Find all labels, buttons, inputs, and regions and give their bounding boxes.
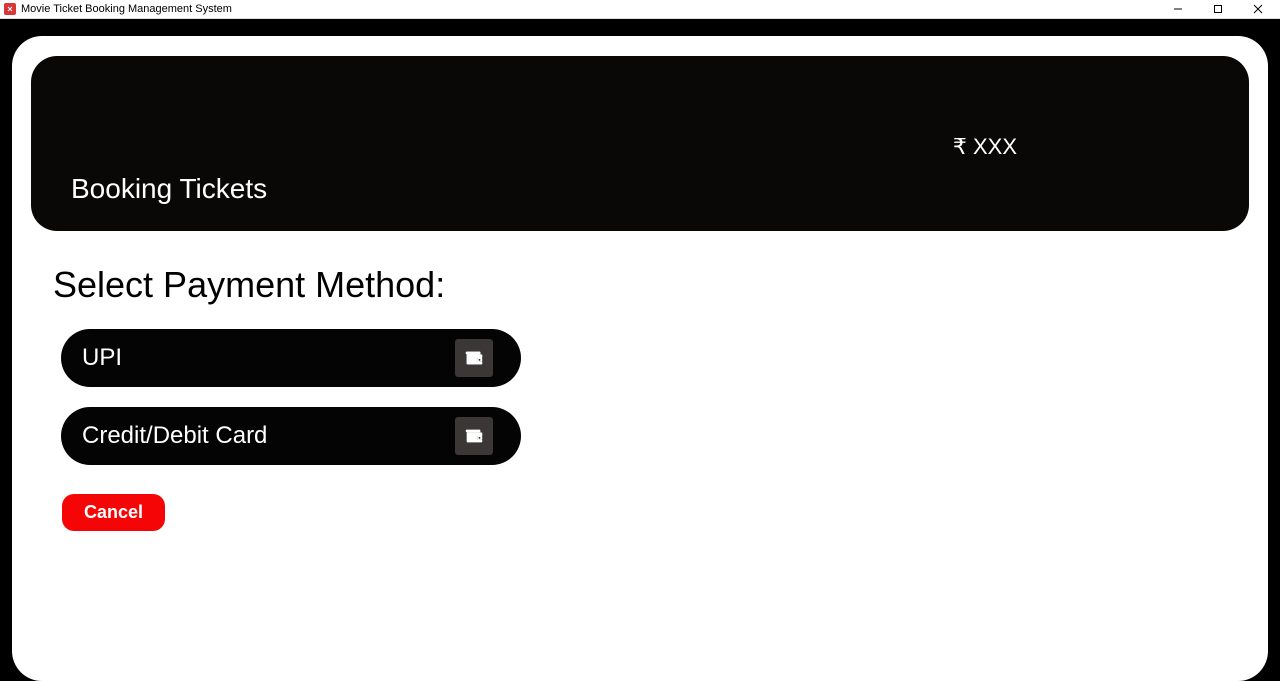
app-background: ₹ XXX Booking Tickets Select Payment Met… — [0, 19, 1280, 681]
page-title: Booking Tickets — [71, 173, 267, 205]
content-card: ₹ XXX Booking Tickets Select Payment Met… — [12, 36, 1268, 681]
app-icon — [4, 3, 16, 15]
maximize-button[interactable] — [1198, 0, 1238, 19]
wallet-icon — [455, 417, 493, 455]
close-button[interactable] — [1238, 0, 1278, 19]
wallet-icon — [455, 339, 493, 377]
price-display: ₹ XXX — [953, 134, 1017, 160]
window-title-bar: Movie Ticket Booking Management System — [0, 0, 1280, 19]
booking-header: ₹ XXX Booking Tickets — [31, 56, 1249, 231]
payment-option-upi[interactable]: UPI — [61, 329, 521, 387]
payment-heading: Select Payment Method: — [53, 264, 1249, 306]
minimize-button[interactable] — [1158, 0, 1198, 19]
upi-label: UPI — [82, 344, 122, 372]
card-label: Credit/Debit Card — [82, 422, 267, 450]
cancel-button[interactable]: Cancel — [62, 494, 165, 531]
payment-section: Select Payment Method: UPI Credit/Debit … — [31, 231, 1249, 531]
payment-option-card[interactable]: Credit/Debit Card — [61, 407, 521, 465]
window-controls — [1158, 0, 1278, 19]
window-title: Movie Ticket Booking Management System — [21, 3, 1158, 15]
